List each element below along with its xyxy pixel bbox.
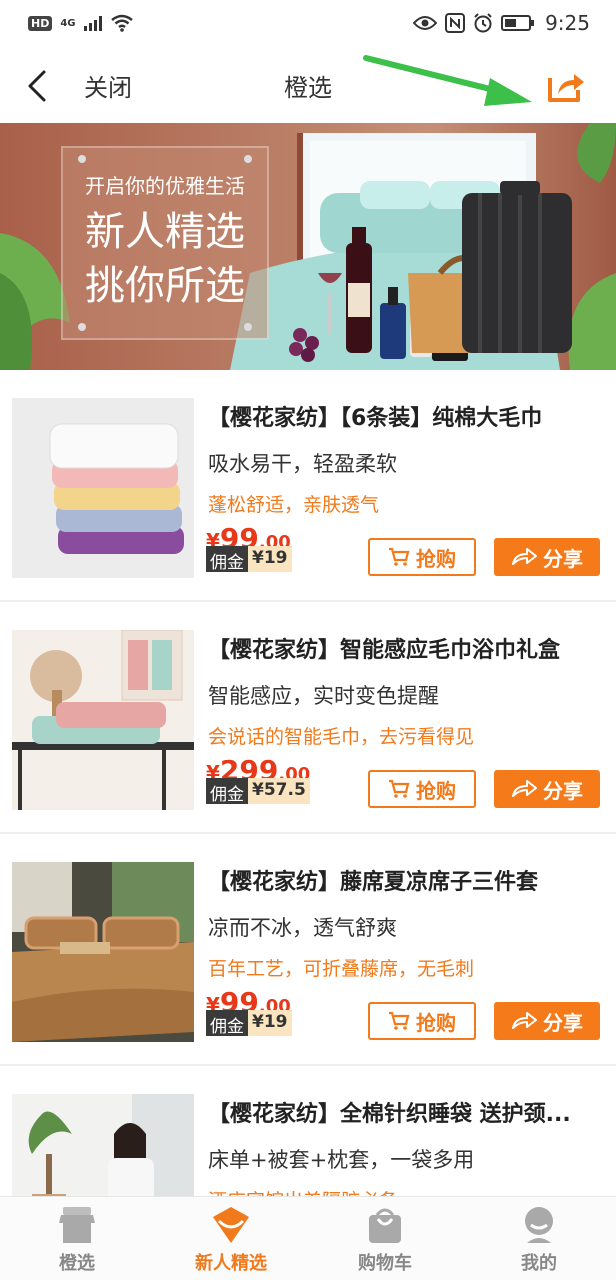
product-highlight: 百年工艺，可折叠藤席，无毛刺 (208, 958, 475, 980)
product-subtitle: 智能感应，实时变色提醒 (208, 684, 439, 708)
product-image-rattan-mat (12, 862, 194, 1042)
tab-cart[interactable]: 购物车 (308, 1197, 462, 1280)
eye-icon (413, 16, 438, 30)
network-type: 4G (60, 17, 76, 29)
buy-button[interactable]: 抢购 (368, 538, 476, 576)
gift-icon (213, 1207, 249, 1243)
share-button[interactable]: 分享 (494, 1002, 600, 1040)
alarm-icon (474, 13, 492, 33)
status-bar: HD 4G 9:25 (0, 0, 616, 46)
share-button[interactable]: 分享 (494, 770, 600, 808)
product-card[interactable]: 【樱花家纺】智能感应毛巾浴巾礼盒 智能感应，实时变色提醒 会说话的智能毛巾，去污… (0, 602, 616, 834)
buy-button[interactable]: 抢购 (368, 770, 476, 808)
banner-tagline: 开启你的优雅生活 (85, 175, 245, 198)
share-button[interactable]: 分享 (494, 538, 600, 576)
product-subtitle: 吸水易干，轻盈柔软 (208, 452, 397, 476)
banner-subheadline: 挑你所选 (85, 263, 245, 308)
product-title[interactable]: 【樱花家纺】【6条装】纯棉大毛巾 (208, 400, 604, 432)
cart-icon (389, 547, 410, 566)
clock: 9:25 (545, 11, 590, 35)
commission-badge: 佣金 ¥19 (206, 1010, 292, 1037)
wifi-icon (110, 14, 133, 32)
product-subtitle: 床单+被套+枕套，一袋多用 (208, 1148, 475, 1172)
tab-profile[interactable]: 我的 (462, 1197, 616, 1280)
store-icon (59, 1207, 95, 1243)
product-highlight: 酒店宾馆出差隔脏必备 (208, 1186, 398, 1196)
product-highlight: 蓬松舒适，亲肤透气 (208, 494, 380, 516)
user-icon (525, 1207, 553, 1243)
forward-arrow-icon (512, 780, 537, 797)
tab-new-user-picks[interactable]: 新人精选 (154, 1197, 308, 1280)
back-icon[interactable] (24, 68, 54, 104)
product-card[interactable]: 【樱花家纺】全棉针织睡袋 送护颈... 床单+被套+枕套，一袋多用 酒店宾馆出差… (0, 1066, 616, 1196)
cart-icon (389, 779, 410, 798)
signal-icon (83, 15, 102, 31)
forward-arrow-icon (512, 1012, 537, 1029)
forward-arrow-icon (512, 548, 537, 565)
banner-headline: 新人精选 (85, 209, 245, 254)
cart-icon (389, 1011, 410, 1030)
product-title[interactable]: 【樱花家纺】智能感应毛巾浴巾礼盒 (208, 632, 604, 664)
product-image-towels (12, 398, 194, 578)
promo-banner[interactable]: 开启你的优雅生活 新人精选 挑你所选 (0, 123, 616, 370)
product-image-towel-gift (12, 630, 194, 810)
banner-art: 开启你的优雅生活 新人精选 挑你所选 (0, 123, 616, 370)
share-icon[interactable] (546, 68, 586, 104)
commission-badge: 佣金 ¥57.5 (206, 778, 310, 805)
annotation-arrow-icon (363, 55, 532, 106)
buy-button[interactable]: 抢购 (368, 1002, 476, 1040)
product-card[interactable]: 【樱花家纺】藤席夏凉席子三件套 凉而不冰，透气舒爽 百年工艺，可折叠藤席，无毛刺… (0, 834, 616, 1066)
nfc-icon (445, 13, 466, 33)
product-subtitle: 凉而不冰，透气舒爽 (208, 916, 397, 940)
bag-icon (369, 1208, 401, 1243)
bottom-tab-bar: 橙选 新人精选 购物车 我的 (0, 1196, 616, 1280)
product-title[interactable]: 【樱花家纺】全棉针织睡袋 送护颈... (208, 1096, 604, 1128)
commission-badge: 佣金 ¥19 (206, 546, 292, 573)
product-highlight: 会说话的智能毛巾，去污看得见 (208, 726, 475, 748)
tab-home[interactable]: 橙选 (0, 1197, 154, 1280)
battery-icon (501, 15, 535, 31)
product-title[interactable]: 【樱花家纺】藤席夏凉席子三件套 (208, 864, 604, 896)
hd-badge: HD (28, 15, 53, 31)
product-card[interactable]: 【樱花家纺】【6条装】纯棉大毛巾 吸水易干，轻盈柔软 蓬松舒适，亲肤透气 ¥99… (0, 370, 616, 602)
product-image-sleeping-bag (12, 1094, 194, 1196)
close-button[interactable]: 关闭 (84, 68, 132, 103)
